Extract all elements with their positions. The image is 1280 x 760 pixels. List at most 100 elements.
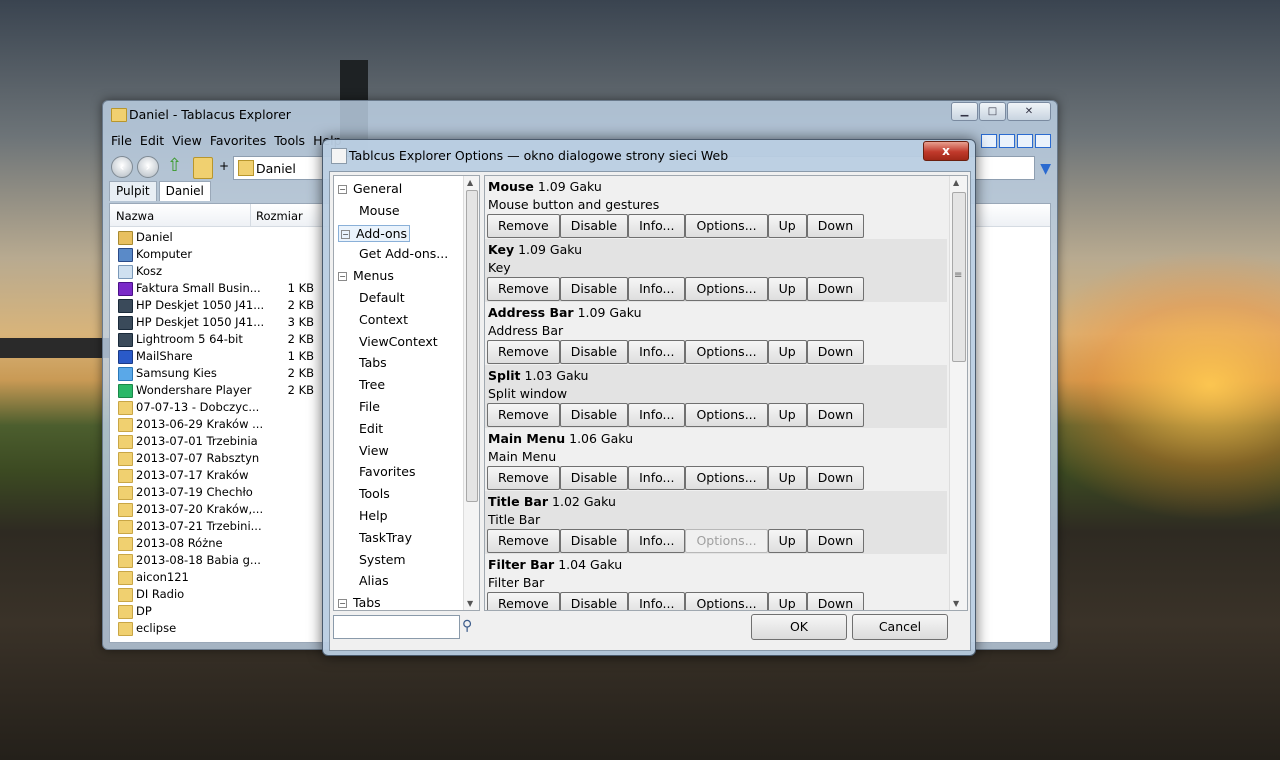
info-button[interactable]: Info... xyxy=(628,466,686,490)
down-button[interactable]: Down xyxy=(806,214,865,238)
layout-single-icon[interactable] xyxy=(981,134,997,148)
close-button[interactable]: ✕ xyxy=(1007,102,1051,121)
up-button[interactable]: Up xyxy=(767,466,807,490)
collapse-icon[interactable]: − xyxy=(341,229,350,239)
column-separator[interactable] xyxy=(250,204,251,226)
scroll-up-icon[interactable]: ▲ xyxy=(953,178,959,187)
layout-quad-icon[interactable] xyxy=(1035,134,1051,148)
down-button[interactable]: Down xyxy=(806,466,865,490)
file-row[interactable]: 2013-08-18 Babia g... xyxy=(116,552,316,569)
cancel-button[interactable]: Cancel xyxy=(852,614,948,640)
tree-item[interactable]: − Menus xyxy=(338,268,394,283)
collapse-icon[interactable]: − xyxy=(338,272,347,282)
filter-icon[interactable]: ▼ xyxy=(1040,161,1051,177)
file-row[interactable]: DI Radio xyxy=(116,586,316,603)
disable-button[interactable]: Disable xyxy=(559,214,629,238)
search-input[interactable] xyxy=(333,615,460,639)
tree-item[interactable]: File xyxy=(359,399,380,414)
forward-arrow-icon[interactable]: › xyxy=(137,156,159,178)
disable-button[interactable]: Disable xyxy=(559,277,629,301)
disable-button[interactable]: Disable xyxy=(559,529,629,553)
up-button[interactable]: Up xyxy=(767,214,807,238)
info-button[interactable]: Info... xyxy=(628,214,686,238)
up-folder-icon[interactable]: ⇧ xyxy=(167,155,187,177)
up-button[interactable]: Up xyxy=(767,592,807,610)
back-arrow-icon[interactable]: ‹ xyxy=(111,156,133,178)
options-button[interactable]: Options... xyxy=(685,403,768,427)
column-name-header[interactable]: Nazwa xyxy=(116,209,154,223)
options-button[interactable]: Options... xyxy=(685,340,768,364)
down-button[interactable]: Down xyxy=(806,277,865,301)
tree-item[interactable]: System xyxy=(359,552,406,567)
file-row[interactable]: Faktura Small Busin... 1 KB xyxy=(116,280,316,297)
file-row[interactable]: Wondershare Player 2 KB xyxy=(116,382,316,399)
down-button[interactable]: Down xyxy=(806,340,865,364)
file-row[interactable]: Komputer xyxy=(116,246,316,263)
file-row[interactable]: Kosz xyxy=(116,263,316,280)
file-row[interactable]: HP Deskjet 1050 J41... 3 KB xyxy=(116,314,316,331)
options-button[interactable]: Options... xyxy=(685,592,768,610)
remove-button[interactable]: Remove xyxy=(487,277,560,301)
tree-item[interactable]: Help xyxy=(359,508,388,523)
column-size-header[interactable]: Rozmiar xyxy=(256,209,303,223)
layout-horizontal-icon[interactable] xyxy=(999,134,1015,148)
menu-view[interactable]: View xyxy=(172,133,202,148)
menu-edit[interactable]: Edit xyxy=(140,133,164,148)
dialog-close-button[interactable]: x xyxy=(923,141,969,161)
file-row[interactable]: HP Deskjet 1050 J41... 2 KB xyxy=(116,297,316,314)
tree-item[interactable]: Mouse xyxy=(359,203,400,218)
disable-button[interactable]: Disable xyxy=(559,340,629,364)
tree-item[interactable]: ViewContext xyxy=(359,334,438,349)
file-row[interactable]: MailShare 1 KB xyxy=(116,348,316,365)
scroll-down-icon[interactable]: ▼ xyxy=(953,599,959,608)
file-row[interactable]: Samsung Kies 2 KB xyxy=(116,365,316,382)
info-button[interactable]: Info... xyxy=(628,529,686,553)
tree-item[interactable]: Alias xyxy=(359,573,389,588)
addon-scrollbar[interactable]: ▲ ≡ ▼ xyxy=(949,176,967,610)
down-button[interactable]: Down xyxy=(806,592,865,610)
file-row[interactable]: DP xyxy=(116,603,316,620)
remove-button[interactable]: Remove xyxy=(487,214,560,238)
options-button[interactable]: Options... xyxy=(685,214,768,238)
file-row[interactable]: 2013-07-19 Chechło xyxy=(116,484,316,501)
folders-icon[interactable] xyxy=(193,157,213,179)
menu-favorites[interactable]: Favorites xyxy=(210,133,266,148)
down-button[interactable]: Down xyxy=(806,529,865,553)
info-button[interactable]: Info... xyxy=(628,403,686,427)
info-button[interactable]: Info... xyxy=(628,592,686,610)
info-button[interactable]: Info... xyxy=(628,277,686,301)
search-icon[interactable]: ⚲ xyxy=(462,618,472,634)
file-row[interactable]: 2013-07-07 Rabsztyn xyxy=(116,450,316,467)
tree-item[interactable]: View xyxy=(359,443,389,458)
file-row[interactable]: 07-07-13 - Dobczyc... xyxy=(116,399,316,416)
file-row[interactable]: 2013-08 Różne xyxy=(116,535,316,552)
up-button[interactable]: Up xyxy=(767,277,807,301)
tree-item[interactable]: Default xyxy=(359,290,405,305)
options-button[interactable]: Options... xyxy=(685,277,768,301)
file-row[interactable]: eclipse xyxy=(116,620,316,637)
file-row[interactable]: 2013-07-21 Trzebini... xyxy=(116,518,316,535)
tree-item[interactable]: Favorites xyxy=(359,464,415,479)
tree-item[interactable]: Edit xyxy=(359,421,383,436)
options-button[interactable]: Options... xyxy=(685,466,768,490)
down-button[interactable]: Down xyxy=(806,403,865,427)
tree-item[interactable]: Get Add-ons... xyxy=(359,246,448,261)
file-row[interactable]: Daniel xyxy=(116,229,316,246)
tab-pulpit[interactable]: Pulpit xyxy=(109,181,157,201)
file-row[interactable]: 2013-07-17 Kraków xyxy=(116,467,316,484)
remove-button[interactable]: Remove xyxy=(487,340,560,364)
maximize-button[interactable]: □ xyxy=(979,102,1006,121)
scroll-down-icon[interactable]: ▼ xyxy=(467,599,473,608)
minimize-button[interactable]: ▁ xyxy=(951,102,978,121)
tree-item[interactable]: Tabs xyxy=(359,355,387,370)
collapse-icon[interactable]: − xyxy=(338,599,347,609)
remove-button[interactable]: Remove xyxy=(487,466,560,490)
disable-button[interactable]: Disable xyxy=(559,592,629,610)
file-row[interactable]: 2013-07-20 Kraków,... xyxy=(116,501,316,518)
tree-item[interactable]: − General xyxy=(338,181,402,196)
tree-item[interactable]: Tree xyxy=(359,377,385,392)
tree-item[interactable]: TaskTray xyxy=(359,530,412,545)
disable-button[interactable]: Disable xyxy=(559,403,629,427)
tree-scrollbar[interactable]: ▲ ▼ xyxy=(463,176,479,610)
tree-item[interactable]: Tools xyxy=(359,486,390,501)
